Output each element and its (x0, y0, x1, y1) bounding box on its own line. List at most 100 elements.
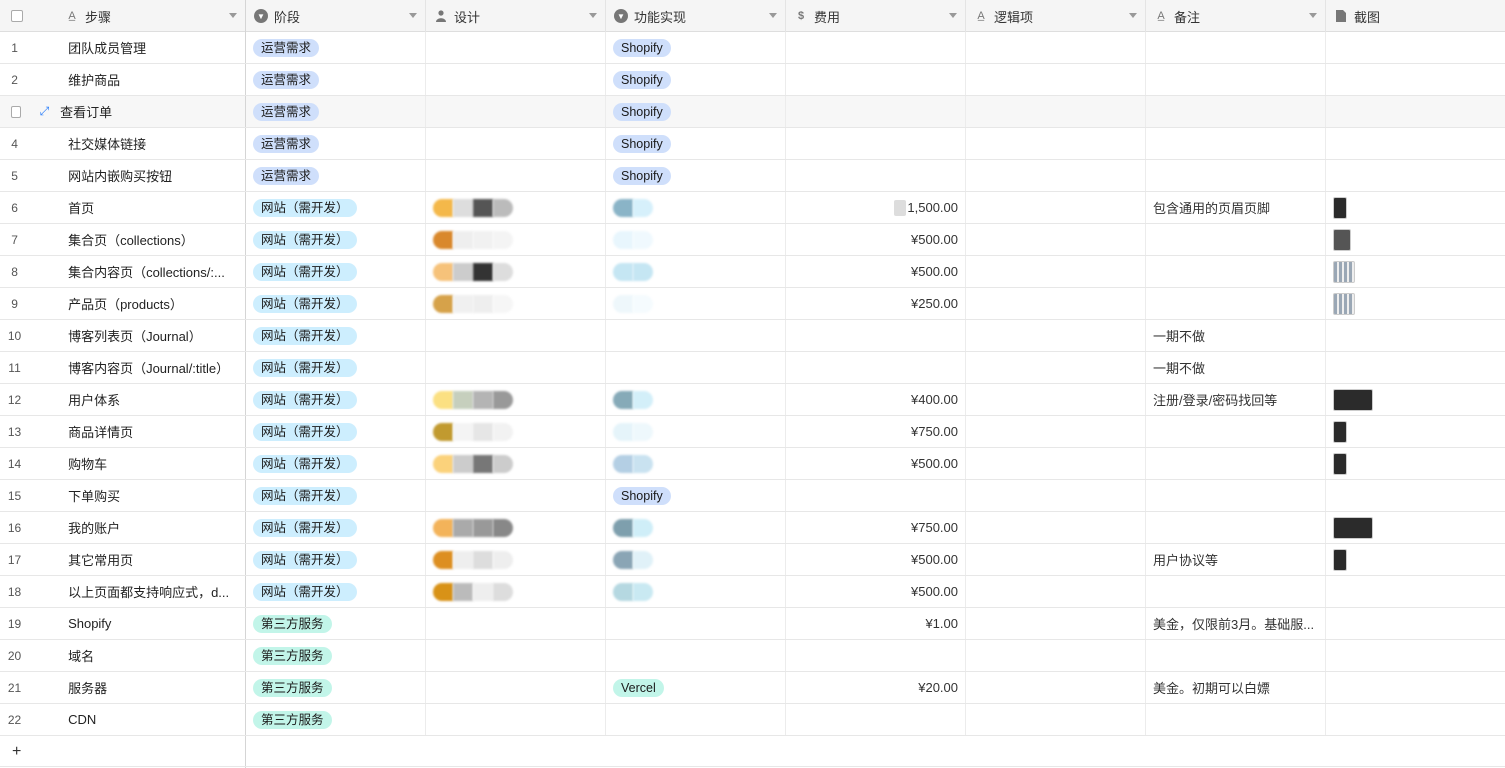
cost-cell[interactable] (786, 128, 966, 159)
notes-cell[interactable] (1146, 64, 1326, 95)
notes-cell[interactable] (1146, 256, 1326, 287)
table-row[interactable]: 11 博客内容页（Journal/:title） 网站（需开发） 一期不做 (0, 352, 1505, 384)
impl-cell[interactable]: Shopify (606, 128, 786, 159)
step-cell[interactable]: 2 维护商品 (0, 64, 246, 95)
design-cell[interactable] (426, 704, 606, 735)
notes-cell[interactable] (1146, 416, 1326, 447)
logic-cell[interactable] (966, 352, 1146, 383)
attachment-thumbnail[interactable] (1333, 452, 1347, 475)
stage-cell[interactable]: 运营需求 (246, 160, 426, 191)
stage-cell[interactable]: 第三方服务 (246, 672, 426, 703)
impl-cell[interactable]: Vercel (606, 672, 786, 703)
design-cell[interactable] (426, 352, 606, 383)
impl-cell[interactable] (606, 224, 786, 255)
notes-cell[interactable] (1146, 128, 1326, 159)
design-cell[interactable] (426, 480, 606, 511)
step-cell[interactable]: 20 域名 (0, 640, 246, 671)
design-cell[interactable] (426, 416, 606, 447)
notes-cell[interactable] (1146, 512, 1326, 543)
screenshot-cell[interactable] (1326, 128, 1505, 159)
attachment-thumbnail[interactable] (1333, 292, 1355, 315)
step-cell[interactable]: 19 Shopify (0, 608, 246, 639)
notes-cell[interactable]: 一期不做 (1146, 352, 1326, 383)
cost-cell[interactable]: ¥500.00 (786, 448, 966, 479)
logic-cell[interactable] (966, 480, 1146, 511)
design-cell[interactable] (426, 160, 606, 191)
impl-cell[interactable] (606, 416, 786, 447)
screenshot-cell[interactable] (1326, 32, 1505, 63)
impl-cell[interactable] (606, 640, 786, 671)
design-cell[interactable] (426, 192, 606, 223)
table-row[interactable]: 8 集合内容页（collections/:... 网站（需开发） ¥500.00 (0, 256, 1505, 288)
attachment-thumbnail[interactable] (1333, 548, 1347, 571)
stage-cell[interactable]: 运营需求 (246, 128, 426, 159)
cost-cell[interactable]: ¥750.00 (786, 416, 966, 447)
notes-cell[interactable] (1146, 160, 1326, 191)
design-cell[interactable] (426, 576, 606, 607)
step-cell[interactable]: 8 集合内容页（collections/:... (0, 256, 246, 287)
cost-cell[interactable] (786, 64, 966, 95)
step-cell[interactable]: 15 下单购买 (0, 480, 246, 511)
step-cell[interactable]: 21 服务器 (0, 672, 246, 703)
design-cell[interactable] (426, 544, 606, 575)
impl-cell[interactable]: Shopify (606, 160, 786, 191)
cost-cell[interactable]: ¥400.00 (786, 384, 966, 415)
cost-cell[interactable]: 1,500.00 (786, 192, 966, 223)
stage-cell[interactable]: 网站（需开发） (246, 512, 426, 543)
table-row[interactable]: 14 购物车 网站（需开发） ¥500.00 (0, 448, 1505, 480)
table-row[interactable]: 2 维护商品 运营需求 Shopify (0, 64, 1505, 96)
table-row[interactable]: 18 以上页面都支持响应式，d... 网站（需开发） ¥500.00 (0, 576, 1505, 608)
cost-cell[interactable]: ¥500.00 (786, 576, 966, 607)
notes-cell[interactable] (1146, 576, 1326, 607)
impl-cell[interactable]: Shopify (606, 64, 786, 95)
step-cell[interactable]: 7 集合页（collections） (0, 224, 246, 255)
cost-cell[interactable]: ¥250.00 (786, 288, 966, 319)
notes-cell[interactable] (1146, 96, 1326, 127)
screenshot-cell[interactable] (1326, 416, 1505, 447)
logic-cell[interactable] (966, 544, 1146, 575)
logic-cell[interactable] (966, 288, 1146, 319)
attachment-thumbnail[interactable] (1333, 260, 1355, 283)
logic-cell[interactable] (966, 640, 1146, 671)
cost-cell[interactable]: ¥750.00 (786, 512, 966, 543)
notes-cell[interactable]: 美金，仅限前3月。基础服... (1146, 608, 1326, 639)
logic-cell[interactable] (966, 416, 1146, 447)
attachment-thumbnail[interactable] (1333, 228, 1351, 251)
attachment-thumbnail[interactable] (1333, 420, 1347, 443)
step-cell[interactable]: 11 博客内容页（Journal/:title） (0, 352, 246, 383)
column-header-design[interactable]: 设计 (426, 0, 606, 32)
attachment-thumbnail[interactable] (1333, 516, 1373, 539)
cost-cell[interactable]: ¥1.00 (786, 608, 966, 639)
design-cell[interactable] (426, 128, 606, 159)
notes-cell[interactable]: 一期不做 (1146, 320, 1326, 351)
notes-cell[interactable]: 注册/登录/密码找回等 (1146, 384, 1326, 415)
design-cell[interactable] (426, 448, 606, 479)
logic-cell[interactable] (966, 160, 1146, 191)
chevron-down-icon[interactable] (229, 13, 237, 18)
notes-cell[interactable]: 用户协议等 (1146, 544, 1326, 575)
stage-cell[interactable]: 网站（需开发） (246, 224, 426, 255)
table-row[interactable]: 7 集合页（collections） 网站（需开发） ¥500.00 (0, 224, 1505, 256)
column-header-logic[interactable]: A̲ 逻辑项 (966, 0, 1146, 32)
select-all-checkbox[interactable] (11, 10, 23, 22)
screenshot-cell[interactable] (1326, 192, 1505, 223)
logic-cell[interactable] (966, 448, 1146, 479)
notes-cell[interactable] (1146, 640, 1326, 671)
notes-cell[interactable] (1146, 32, 1326, 63)
stage-cell[interactable]: 网站（需开发） (246, 320, 426, 351)
column-header-notes[interactable]: A̲ 备注 (1146, 0, 1326, 32)
design-cell[interactable] (426, 608, 606, 639)
table-row[interactable]: 17 其它常用页 网站（需开发） ¥500.00 用户协议等 (0, 544, 1505, 576)
expand-record-icon[interactable]: ⤢ (34, 104, 55, 119)
screenshot-cell[interactable] (1326, 608, 1505, 639)
cost-cell[interactable]: ¥20.00 (786, 672, 966, 703)
screenshot-cell[interactable] (1326, 320, 1505, 351)
table-row[interactable]: 12 用户体系 网站（需开发） ¥400.00 注册/登录/密码找回等 (0, 384, 1505, 416)
step-cell[interactable]: 22 CDN (0, 704, 246, 735)
notes-cell[interactable] (1146, 288, 1326, 319)
screenshot-cell[interactable] (1326, 480, 1505, 511)
row-checkbox[interactable] (11, 105, 21, 118)
add-row-button[interactable]: + (0, 736, 246, 768)
stage-cell[interactable]: 网站（需开发） (246, 288, 426, 319)
logic-cell[interactable] (966, 512, 1146, 543)
